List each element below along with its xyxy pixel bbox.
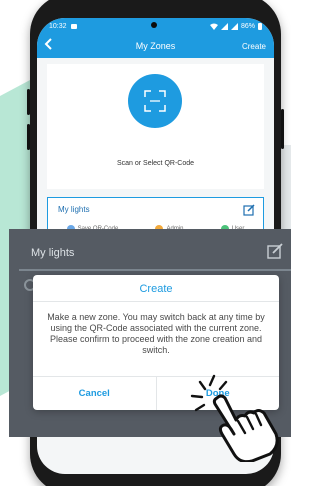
page-title: My Zones xyxy=(135,41,176,51)
zone-card-title-dimmed: My lights xyxy=(31,247,75,259)
front-camera xyxy=(151,22,157,28)
edit-icon xyxy=(267,243,283,264)
status-time: 10:32 xyxy=(49,22,67,30)
battery-level: 86% xyxy=(240,22,255,30)
chevron-left-icon xyxy=(44,38,52,50)
status-indicators: 86% xyxy=(209,22,262,30)
signal-icon xyxy=(220,22,228,30)
wifi-icon xyxy=(209,23,218,30)
phone-power-button xyxy=(281,109,284,149)
battery-icon xyxy=(258,22,262,30)
scan-qr-button[interactable] xyxy=(128,74,182,128)
tap-hand-icon xyxy=(190,374,279,462)
edit-zone-button[interactable] xyxy=(243,203,255,221)
scan-label: Scan or Select QR-Code xyxy=(116,160,195,167)
divider xyxy=(19,269,291,271)
divider xyxy=(33,301,279,302)
zone-card-title: My lights xyxy=(58,205,90,214)
signal-icon xyxy=(230,22,238,30)
back-button[interactable] xyxy=(37,34,61,58)
edit-icon xyxy=(243,204,255,216)
status-bar: 10:32 86% xyxy=(37,18,274,34)
scan-panel: Scan or Select QR-Code xyxy=(47,64,264,189)
app-bar: My Zones Create xyxy=(37,34,274,58)
phone-side-button xyxy=(27,89,30,115)
dialog-message: Make a new zone. You may switch back at … xyxy=(47,312,265,355)
phone-side-button xyxy=(27,124,30,150)
notification-icon xyxy=(70,23,77,29)
dialog-title: Create xyxy=(139,283,173,295)
tutorial-stage: 10:32 86% My Zones Create Scan or Select… xyxy=(0,0,291,486)
qr-scan-icon xyxy=(144,90,166,112)
cancel-button[interactable]: Cancel xyxy=(33,377,156,410)
create-button[interactable]: Create xyxy=(242,42,274,51)
